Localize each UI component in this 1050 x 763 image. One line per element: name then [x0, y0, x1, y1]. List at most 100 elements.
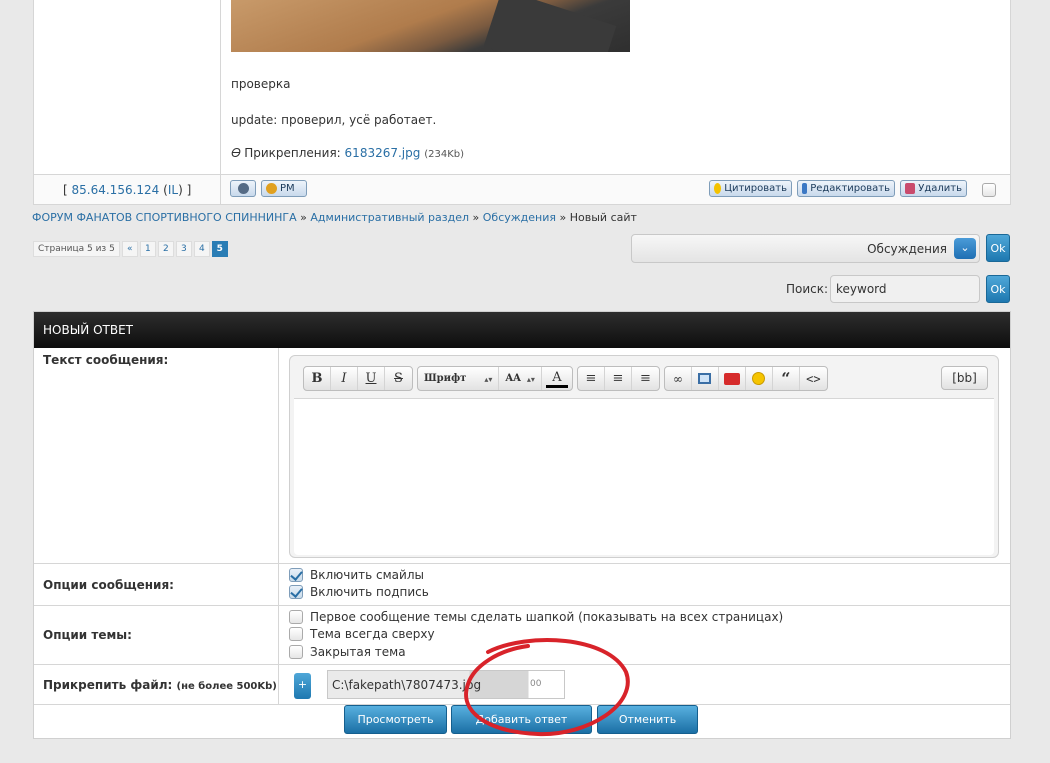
closed-topic-checkbox[interactable]: [289, 645, 303, 659]
pagination-page-1[interactable]: 1: [139, 241, 156, 257]
delete-button[interactable]: Удалить: [900, 180, 967, 197]
option-enable-smilies[interactable]: Включить смайлы: [289, 568, 424, 582]
sticky-topic-checkbox[interactable]: [289, 627, 303, 641]
option-sticky-topic[interactable]: Тема всегда сверху: [289, 627, 435, 641]
quote-bubble-icon: [714, 183, 722, 194]
italic-button[interactable]: I: [331, 367, 358, 390]
font-size-select[interactable]: AA ▴▾: [499, 367, 542, 390]
post-image[interactable]: [231, 0, 630, 52]
message-textarea[interactable]: [294, 398, 994, 555]
breadcrumb-separator: »: [472, 211, 480, 224]
font-family-select[interactable]: Шрифт ▴▾: [418, 367, 500, 390]
profile-button[interactable]: [230, 180, 256, 197]
bbcode-toggle-button[interactable]: [bb]: [941, 366, 988, 390]
smiley-icon[interactable]: [746, 367, 773, 390]
attachment-size: (234Kb): [424, 149, 464, 160]
chevron-down-icon[interactable]: ⌄: [954, 238, 976, 259]
pagination-page-2[interactable]: 2: [157, 241, 174, 257]
post-text-update: update: проверил, усё работает.: [231, 113, 437, 127]
updown-arrows-icon: ▴▾: [526, 373, 535, 384]
attach-file-label: Прикрепить файл: (не более 500Kb): [43, 678, 277, 692]
search-input[interactable]: [830, 275, 980, 303]
ip-link[interactable]: 85.64.156.124: [72, 183, 160, 197]
forum-jump-select[interactable]: Обсуждения ⌄: [631, 234, 980, 263]
pin-first-post-checkbox[interactable]: [289, 610, 303, 624]
paperclip-icon: 𝛳: [231, 146, 241, 160]
search-label: Поиск:: [786, 282, 829, 296]
post-author-column: [34, 0, 221, 174]
pagination-page-4[interactable]: 4: [193, 241, 210, 257]
link-icon[interactable]: ∞: [665, 367, 692, 390]
code-icon[interactable]: <>: [800, 367, 827, 390]
breadcrumb-discussions[interactable]: Обсуждения: [483, 211, 556, 224]
font-size-label: AA: [505, 373, 521, 384]
pagination-page-3[interactable]: 3: [175, 241, 192, 257]
preview-button[interactable]: Просмотреть: [344, 705, 447, 734]
pagination-label: Страница 5 из 5: [33, 241, 120, 257]
forum-post: проверка update: проверил, усё работает.…: [33, 0, 1011, 205]
strikethrough-button[interactable]: S: [385, 367, 412, 390]
bold-button[interactable]: B: [304, 367, 331, 390]
attachment-file-input[interactable]: C:\fakepath\7807473.jpg 00: [327, 670, 565, 699]
align-right-icon[interactable]: ≡: [632, 367, 659, 390]
breadcrumb-forum[interactable]: ФОРУМ ФАНАТОВ СПОРТИВНОГО СПИННИНГА: [32, 211, 297, 224]
user-profile-icon: [237, 183, 249, 194]
enable-smilies-checkbox[interactable]: [289, 568, 303, 582]
updown-arrows-icon: ▴▾: [484, 373, 493, 384]
message-editor: B I U S Шрифт ▴▾ AA ▴▾ A ≡ ≡ ≡ ∞ “ <> [b…: [289, 355, 999, 558]
attachment-path-tail: 00: [530, 679, 542, 689]
option-enable-signature[interactable]: Включить подпись: [289, 585, 429, 599]
users-icon: [266, 183, 277, 194]
enable-signature-label: Включить подпись: [310, 585, 429, 599]
ip-country-link[interactable]: IL: [168, 183, 178, 197]
eraser-icon: [905, 183, 916, 194]
youtube-icon[interactable]: [719, 367, 746, 390]
image-icon[interactable]: [692, 367, 719, 390]
align-left-icon[interactable]: ≡: [578, 367, 605, 390]
quote-label: Цитировать: [724, 183, 787, 194]
breadcrumb-admin-section[interactable]: Административный раздел: [310, 211, 469, 224]
breadcrumb-separator: »: [300, 211, 307, 224]
enable-signature-checkbox[interactable]: [289, 585, 303, 599]
quote-button[interactable]: Цитировать: [709, 180, 792, 197]
post-ip: [ 85.64.156.124 (IL) ]: [63, 183, 191, 197]
ip-country-paren-close: ): [178, 183, 183, 197]
pm-button[interactable]: PM: [261, 180, 307, 197]
add-attachment-button[interactable]: +: [294, 673, 311, 699]
select-post-checkbox[interactable]: [982, 183, 996, 197]
option-closed-topic[interactable]: Закрытая тема: [289, 645, 406, 659]
closed-topic-label: Закрытая тема: [310, 645, 406, 659]
pagination: Страница 5 из 5 « 1 2 3 4 5: [33, 241, 228, 257]
edit-label: Редактировать: [810, 183, 890, 194]
sticky-topic-label: Тема всегда сверху: [310, 627, 435, 641]
search-ok-button[interactable]: Ok: [986, 275, 1010, 303]
pagination-prev[interactable]: «: [121, 241, 138, 257]
pin-first-post-label: Первое сообщение темы сделать шапкой (по…: [310, 610, 784, 624]
attachment-link[interactable]: 6183267.jpg: [345, 146, 421, 160]
enable-smilies-label: Включить смайлы: [310, 568, 424, 582]
attach-limit: (не более 500Kb): [176, 681, 277, 692]
pm-label: PM: [280, 183, 295, 194]
forum-jump-value: Обсуждения: [867, 242, 947, 256]
forum-jump-ok-button[interactable]: Ok: [986, 234, 1010, 262]
attachments-label: Прикрепления:: [244, 146, 341, 160]
cancel-button[interactable]: Отменить: [597, 705, 698, 734]
option-pin-first-post[interactable]: Первое сообщение темы сделать шапкой (по…: [289, 610, 783, 624]
underline-button[interactable]: U: [358, 367, 385, 390]
message-options-label: Опции сообщения:: [43, 578, 174, 592]
font-color-button[interactable]: A: [545, 370, 568, 388]
attach-file-row: Прикрепить файл: (не более 500Kb) + C:\f…: [34, 664, 1010, 705]
message-options-row: Опции сообщения: Включить смайлы Включит…: [34, 563, 1010, 606]
topic-options-label: Опции темы:: [43, 628, 132, 642]
submit-reply-button[interactable]: Добавить ответ: [451, 705, 592, 734]
post-footer: [ 85.64.156.124 (IL) ] PM Цитировать Ред…: [34, 174, 1010, 205]
post-attachments: 𝛳 Прикрепления: 6183267.jpg (234Kb): [231, 146, 464, 161]
reply-form-title: Новый ответ: [34, 312, 1010, 348]
align-center-icon[interactable]: ≡: [605, 367, 632, 390]
ip-bracket-open: [: [63, 183, 68, 197]
pencil-icon: [802, 183, 808, 194]
delete-label: Удалить: [918, 183, 962, 194]
edit-button[interactable]: Редактировать: [797, 180, 895, 197]
reply-form: Новый ответ Текст сообщения: B I U S Шри…: [33, 311, 1011, 739]
quote-icon[interactable]: “: [773, 367, 800, 390]
